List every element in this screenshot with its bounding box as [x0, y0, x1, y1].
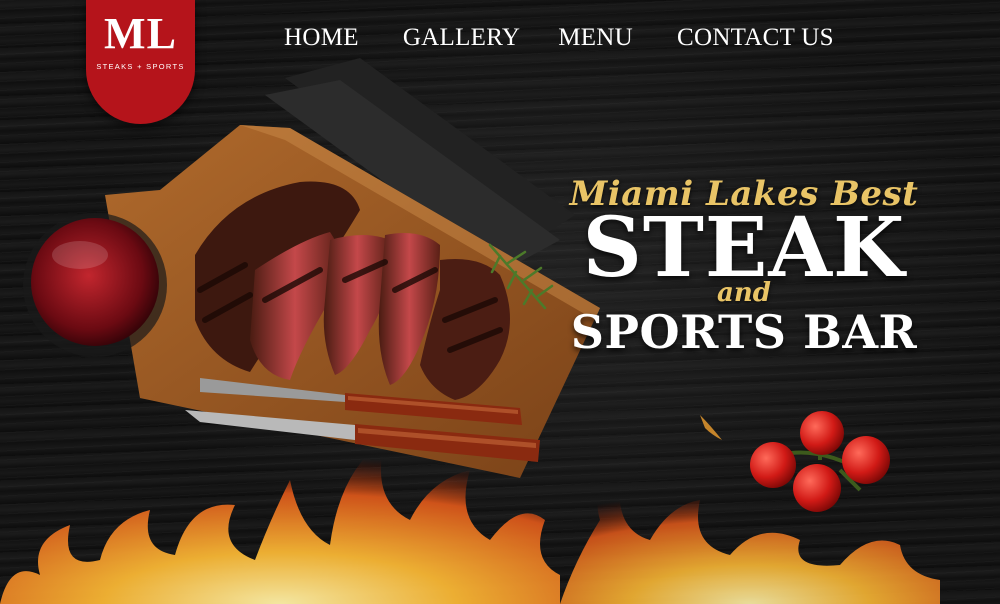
hero-background: ML STEAKS + SPORTS HOME GALLERY MENU CON…: [0, 0, 1000, 604]
logo-tagline: STEAKS + SPORTS: [96, 62, 185, 71]
nav-menu-link[interactable]: MENU: [558, 24, 633, 52]
logo-mark: ML: [104, 9, 177, 58]
hero-headline: Miami Lakes Best STEAK and SPORTS BAR: [548, 174, 940, 356]
main-navigation: HOME GALLERY MENU CONTACT US: [284, 24, 834, 52]
nav-contact-link[interactable]: CONTACT US: [677, 24, 834, 52]
headline-sports-bar: SPORTS BAR: [570, 304, 918, 359]
wine-glass: [23, 213, 167, 357]
nav-home-link[interactable]: HOME: [284, 24, 359, 52]
headline-steak: STEAK: [582, 200, 906, 296]
ml-logo-badge[interactable]: ML STEAKS + SPORTS: [86, 0, 195, 124]
cherry-tomatoes: [750, 411, 890, 512]
nav-gallery-link[interactable]: GALLERY: [403, 24, 520, 52]
